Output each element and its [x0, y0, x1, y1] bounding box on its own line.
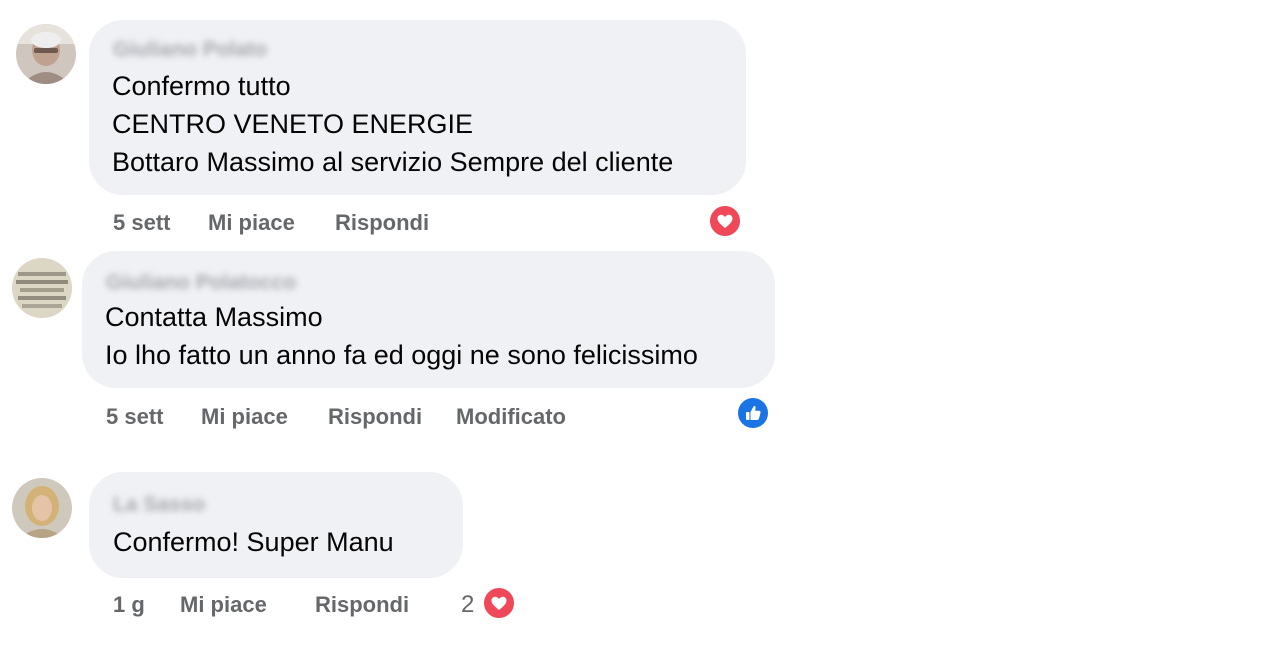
comment-text-line: CENTRO VENETO ENERGIE [112, 109, 474, 139]
avatar-photo [12, 478, 72, 538]
love-reaction-icon[interactable] [482, 586, 516, 620]
like-link[interactable]: Mi piace [180, 592, 267, 618]
like-link[interactable]: Mi piace [208, 210, 295, 236]
like-link[interactable]: Mi piace [201, 404, 288, 430]
comment-text-line: Bottaro Massimo al servizio Sempre del c… [112, 147, 674, 177]
like-reaction-icon[interactable] [736, 396, 770, 430]
edited-label[interactable]: Modificato [456, 404, 566, 430]
reaction-count[interactable]: 2 [461, 591, 474, 619]
comment-bubble: Giuliano Polatocco Contatta Massimo Io l… [82, 251, 775, 388]
comment-timestamp[interactable]: 1 g [113, 592, 145, 618]
comment-bubble: La Sasso Confermo! Super Manu [89, 472, 463, 578]
love-reaction-icon[interactable] [708, 204, 742, 238]
reply-link[interactable]: Rispondi [328, 404, 422, 430]
comment-text-line: Contatta Massimo [105, 302, 323, 332]
reply-link[interactable]: Rispondi [335, 210, 429, 236]
comment-text-line: Io lho fatto un anno fa ed oggi ne sono … [105, 340, 698, 370]
comment-timestamp[interactable]: 5 sett [106, 404, 163, 430]
avatar[interactable] [12, 258, 72, 318]
avatar-photo [12, 258, 72, 318]
avatar[interactable] [16, 24, 76, 84]
comment-author[interactable]: La Sasso [113, 493, 205, 517]
comment-author[interactable]: Giuliano Polatocco [106, 271, 296, 295]
comment-text-line: Confermo tutto [112, 71, 291, 101]
heart-icon [717, 214, 733, 228]
comment-timestamp[interactable]: 5 sett [113, 210, 170, 236]
thumbs-up-icon [746, 405, 761, 420]
reply-link[interactable]: Rispondi [315, 592, 409, 618]
comment-author[interactable]: Giuliano Polato [113, 38, 267, 62]
comment-text-line: Confermo! Super Manu [113, 527, 394, 557]
heart-icon [491, 596, 507, 610]
avatar[interactable] [12, 478, 72, 538]
avatar-photo [16, 24, 76, 84]
comment-bubble: Giuliano Polato Confermo tutto CENTRO VE… [89, 20, 746, 195]
